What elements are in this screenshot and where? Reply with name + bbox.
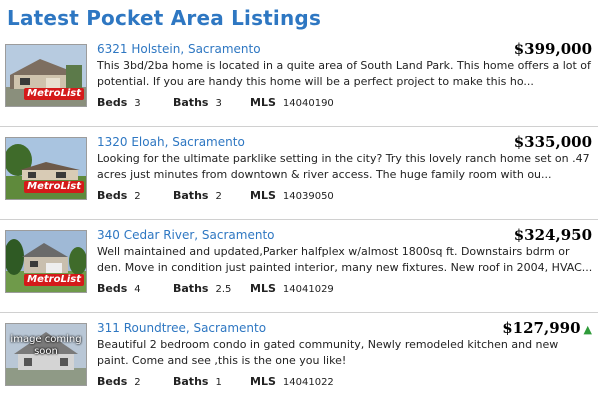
- price-value: $127,990: [502, 319, 581, 337]
- listing-item: MetroList 340 Cedar River, Sacramento $3…: [0, 220, 598, 313]
- baths-label: Baths: [173, 189, 209, 202]
- image-coming-soon-caption: image coming soon: [10, 334, 82, 357]
- baths-value: 2: [215, 191, 222, 202]
- listing-description: Beautiful 2 bedroom condo in gated commu…: [97, 338, 559, 367]
- listing-item: image coming soon 311 Roundtree, Sacrame…: [0, 313, 598, 405]
- metrolist-logo: MetroList: [24, 88, 84, 100]
- listing-photo[interactable]: MetroList: [5, 137, 87, 200]
- beds-value: 3: [134, 98, 141, 109]
- beds-label: Beds: [97, 96, 128, 109]
- mls-value: 14039050: [282, 191, 334, 202]
- listing-price: $127,990 ▲: [502, 319, 592, 337]
- listing-description: Looking for the ultimate parklike settin…: [97, 152, 590, 181]
- beds-label: Beds: [97, 189, 128, 202]
- listing-address-link[interactable]: 1320 Eloah, Sacramento: [97, 135, 245, 149]
- listing-item: MetroList 6321 Holstein, Sacramento $399…: [0, 34, 598, 127]
- mls-label: MLS: [250, 282, 276, 295]
- baths-value: 3: [215, 98, 222, 109]
- beds-value: 2: [134, 191, 141, 202]
- beds-label: Beds: [97, 375, 128, 388]
- baths-label: Baths: [173, 282, 209, 295]
- baths-label: Baths: [173, 375, 209, 388]
- price-value: $335,000: [513, 133, 592, 151]
- metrolist-logo: MetroList: [24, 181, 84, 193]
- listing-photo[interactable]: MetroList: [5, 230, 87, 293]
- listing-price: $399,000: [514, 40, 592, 58]
- listing-price: $324,950: [514, 226, 592, 244]
- listing-price: $335,000: [514, 133, 592, 151]
- listing-meta: Beds 2 Baths 1 MLS 14041022: [97, 375, 334, 388]
- listing-address-link[interactable]: 6321 Holstein, Sacramento: [97, 42, 261, 56]
- page-title: Latest Pocket Area Listings: [7, 6, 322, 30]
- beds-value: 2: [134, 377, 141, 388]
- listing-photo[interactable]: image coming soon: [5, 323, 87, 386]
- baths-value: 2.5: [215, 284, 232, 295]
- listing-item: MetroList 1320 Eloah, Sacramento $335,00…: [0, 127, 598, 220]
- mls-value: 14041022: [282, 377, 334, 388]
- mls-label: MLS: [250, 96, 276, 109]
- baths-label: Baths: [173, 96, 209, 109]
- price-value: $399,000: [513, 40, 592, 58]
- beds-value: 4: [134, 284, 141, 295]
- price-value: $324,950: [513, 226, 592, 244]
- listing-address-link[interactable]: 340 Cedar River, Sacramento: [97, 228, 275, 242]
- beds-label: Beds: [97, 282, 128, 295]
- listing-description: This 3bd/2ba home is located in a quite …: [97, 59, 591, 88]
- listing-description: Well maintained and updated,Parker halfp…: [97, 245, 593, 274]
- mls-value: 14040190: [282, 98, 334, 109]
- metrolist-logo: MetroList: [24, 274, 84, 286]
- listing-meta: Beds 2 Baths 2 MLS 14039050: [97, 189, 334, 202]
- mls-label: MLS: [250, 375, 276, 388]
- baths-value: 1: [215, 377, 222, 388]
- listing-meta: Beds 4 Baths 2.5 MLS 14041029: [97, 282, 334, 295]
- mls-value: 14041029: [282, 284, 334, 295]
- mls-label: MLS: [250, 189, 276, 202]
- listing-address-link[interactable]: 311 Roundtree, Sacramento: [97, 321, 266, 335]
- listing-photo[interactable]: MetroList: [5, 44, 87, 107]
- listing-meta: Beds 3 Baths 3 MLS 14040190: [97, 96, 334, 109]
- price-up-icon: ▲: [583, 323, 592, 336]
